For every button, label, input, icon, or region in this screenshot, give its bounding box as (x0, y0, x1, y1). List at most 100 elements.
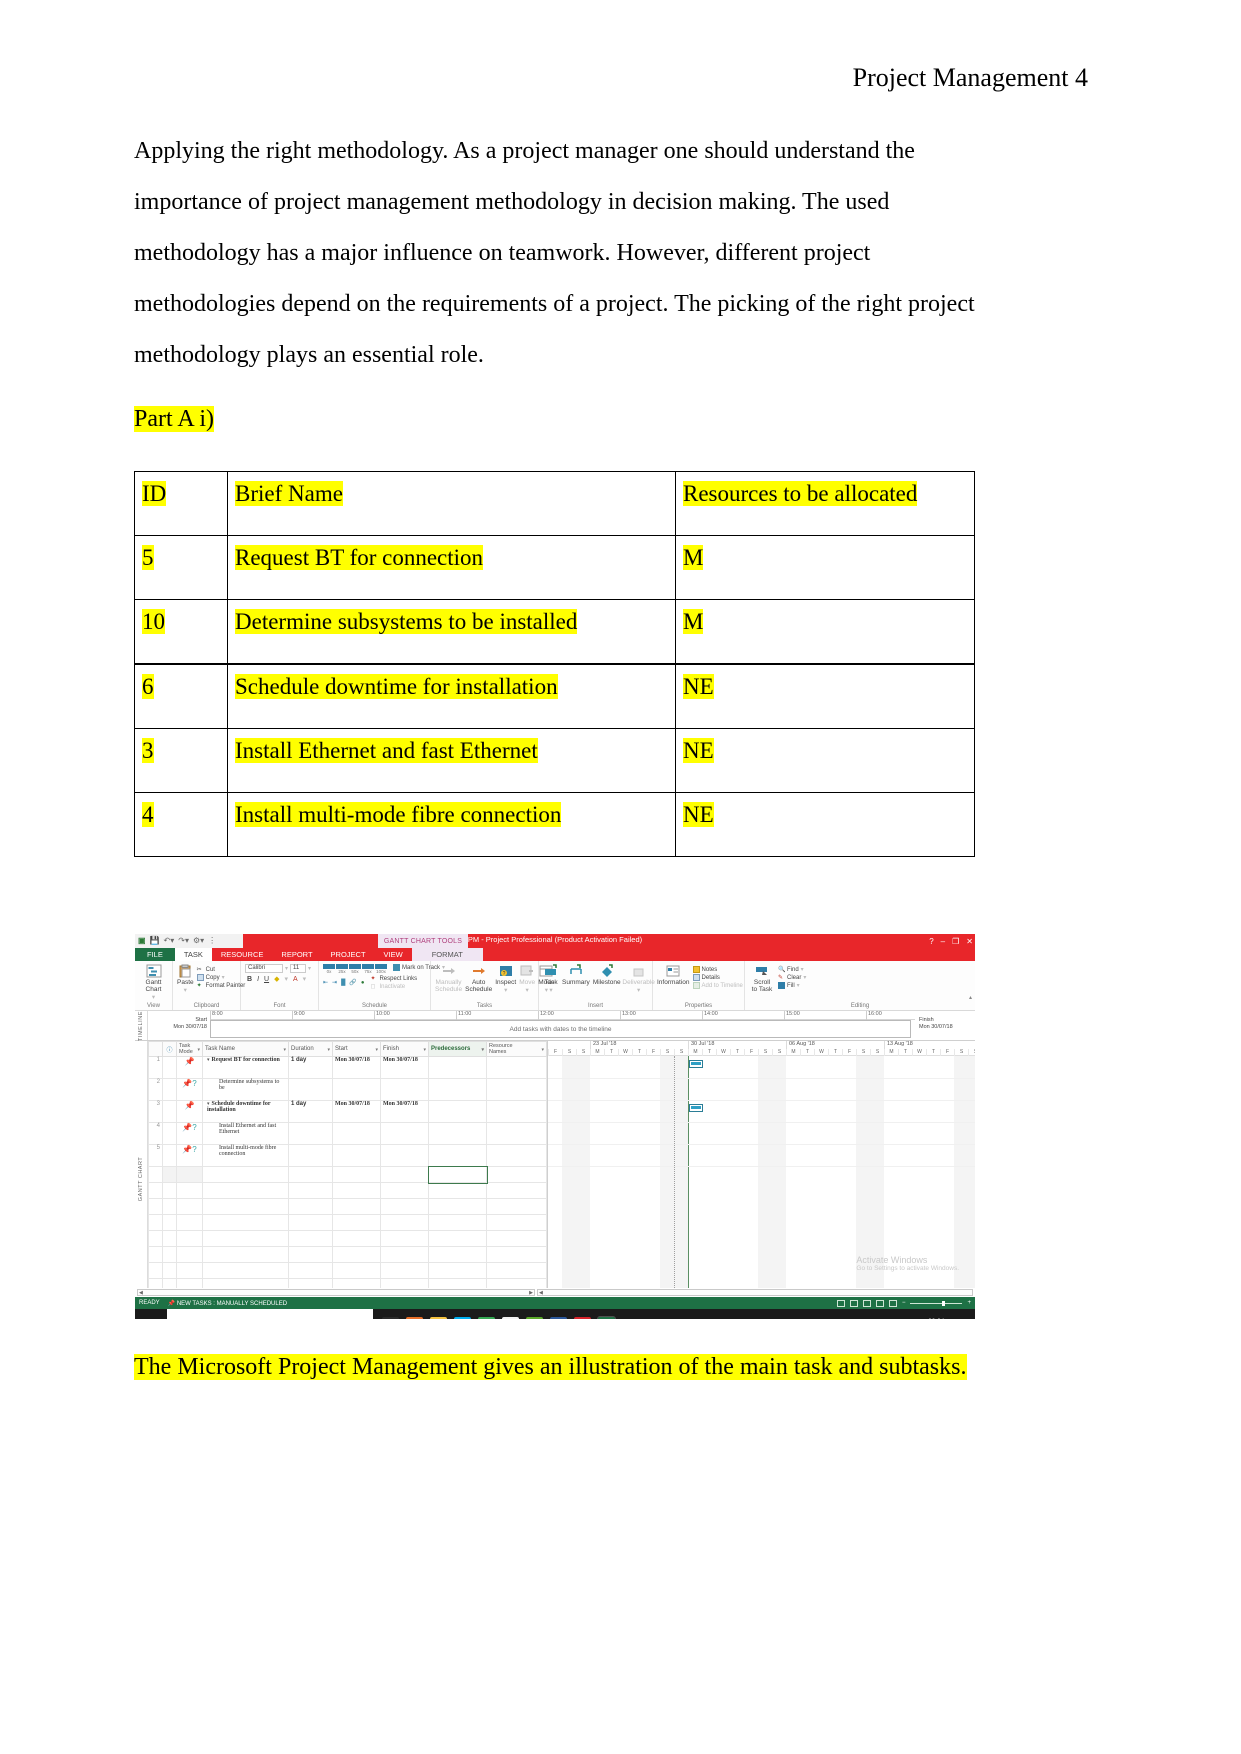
firefox-icon[interactable]: ● (406, 1317, 423, 1319)
timeline-body[interactable]: 8:00 9:00 10:00 11:00 12:00 13:00 14:00 … (210, 1011, 915, 1040)
horizontal-scrollbars[interactable]: ◀ ▶ ◀ (135, 1288, 975, 1297)
row-task-mode[interactable]: 📌? (176, 1144, 203, 1167)
scroll-left-icon[interactable]: ◀ (539, 1290, 543, 1297)
inspect-button[interactable]: ? Inspect ▾ (495, 964, 516, 994)
row-task-mode[interactable]: 📌? (176, 1078, 203, 1101)
row-start[interactable]: Mon 30/07/18 (332, 1100, 381, 1123)
font-color-button[interactable]: A (293, 976, 298, 983)
row-finish[interactable]: Mon 30/07/18 (380, 1056, 429, 1079)
unlink-tasks-icon[interactable]: ⇤ (323, 979, 328, 986)
fill-dropdown[interactable]: ▾ (797, 982, 800, 989)
predecessors-filter-icon[interactable]: ▾ (481, 1047, 484, 1053)
row-task-mode[interactable] (176, 1166, 203, 1183)
task-row[interactable]: 3 📌 ▾ Schedule downtime for installation … (148, 1100, 547, 1123)
row-duration[interactable] (288, 1122, 333, 1145)
insert-task-button[interactable]: Task ▾ (543, 964, 559, 994)
zoom-slider[interactable] (910, 1300, 963, 1306)
row-indicator[interactable] (162, 1122, 177, 1145)
col-task-mode[interactable]: Task Mode ▾ (176, 1041, 203, 1057)
copy-dropdown[interactable]: ▾ (222, 974, 225, 981)
row-duration[interactable]: 1 day (288, 1100, 333, 1123)
row-resources[interactable] (486, 1166, 547, 1183)
task-name-filter-icon[interactable]: ▾ (283, 1047, 286, 1053)
task-row[interactable]: 2 📌? Determine subsystems to be (148, 1078, 547, 1101)
zoom-in-button[interactable]: + (967, 1300, 971, 1306)
gantt-chart-button[interactable]: Gantt Chart ▾ (139, 964, 168, 1001)
row-indicator[interactable] (162, 1056, 177, 1079)
percent-100-button[interactable]: 100x (375, 964, 387, 974)
font-name-dropdown[interactable]: ▾ (285, 965, 288, 972)
clock[interactable]: 06:04 31/07/2018 (920, 1318, 953, 1320)
duration-filter-icon[interactable]: ▾ (327, 1047, 330, 1053)
windows-taskbar[interactable]: Type here to search 🎤 ◫ ● ▤ S ● ✎ ● W A … (135, 1309, 975, 1319)
row-start[interactable] (332, 1144, 381, 1167)
font-size-dropdown[interactable]: ▾ (308, 965, 311, 972)
task-sheet-view-icon[interactable] (849, 1299, 858, 1307)
timeline-placeholder[interactable]: Add tasks with dates to the timeline (210, 1020, 911, 1038)
gantt-bar-task-1[interactable] (689, 1060, 703, 1068)
evernote-icon[interactable]: ● (526, 1317, 543, 1319)
team-planner-view-icon[interactable] (862, 1299, 871, 1307)
row-resources[interactable] (486, 1056, 547, 1079)
col-duration[interactable]: Duration ▾ (288, 1041, 333, 1057)
row-resources[interactable] (486, 1122, 547, 1145)
paste-button[interactable]: Paste ▾ (177, 964, 194, 994)
system-tray[interactable]: ⛹ ⌃ ☷ ENG INTL 06:04 31/07/2018 ▢ (844, 1318, 975, 1320)
fill-button[interactable]: Fill ▾ (778, 982, 806, 989)
ribbon-tab-strip[interactable]: FILE TASK RESOURCE REPORT PROJECT VIEW F… (135, 948, 975, 961)
link-tasks-icon[interactable]: ⇥ (332, 979, 337, 986)
empty-row[interactable] (148, 1198, 547, 1215)
row-task-name[interactable]: ▾ Request BT for connection (202, 1056, 289, 1079)
skype-icon[interactable]: S (454, 1317, 471, 1319)
col-indicators[interactable]: ⓘ (162, 1041, 177, 1057)
insert-deliverable-button[interactable]: Deliverable ▾ (622, 964, 655, 994)
font-size-input[interactable]: 11 (290, 964, 307, 973)
row-task-mode[interactable]: 📌 (176, 1100, 203, 1123)
gantt-view-icon[interactable] (836, 1299, 845, 1307)
taskbar-app-icons[interactable]: ◫ ● ▤ S ● ✎ ● W A P (373, 1316, 616, 1319)
empty-row[interactable] (148, 1182, 547, 1199)
split-task-icon[interactable]: █ (341, 980, 345, 986)
tab-resource[interactable]: RESOURCE (212, 948, 273, 961)
unlink-icon[interactable]: ● (361, 980, 365, 986)
highlight-dropdown[interactable]: ▾ (284, 975, 288, 983)
taskbar-search[interactable]: Type here to search 🎤 (167, 1309, 373, 1319)
gantt-rail[interactable]: GANTT CHART (135, 1041, 148, 1288)
row-duration[interactable]: 1 day (288, 1056, 333, 1079)
underline-button[interactable]: U (264, 976, 269, 983)
row-start[interactable]: Mon 30/07/18 (332, 1056, 381, 1079)
chrome-icon[interactable]: ● (478, 1317, 495, 1319)
col-resource-names[interactable]: Resource Names ▾ (486, 1041, 547, 1057)
row-indicator[interactable] (162, 1078, 177, 1101)
find-dropdown[interactable]: ▾ (801, 966, 804, 973)
zoom-out-button[interactable]: − (902, 1300, 906, 1306)
percent-25-button[interactable]: 25x (336, 964, 348, 974)
row-finish[interactable] (380, 1166, 429, 1183)
empty-row[interactable] (148, 1262, 547, 1279)
row-task-name[interactable] (202, 1166, 289, 1183)
row-finish[interactable] (380, 1144, 429, 1167)
row-indicator[interactable] (162, 1166, 177, 1183)
gantt-bar-task-3[interactable] (689, 1104, 703, 1112)
row-duration[interactable] (288, 1166, 333, 1183)
ms-project-icon[interactable]: P (597, 1316, 616, 1319)
tab-task[interactable]: TASK (174, 948, 212, 961)
row-predecessors-selected[interactable] (427, 1165, 488, 1184)
ribbon[interactable]: Gantt Chart ▾ View Paste ▾ ✂ Cut Copy ▾ … (135, 961, 975, 1011)
collapse-ribbon-icon[interactable]: ▴ (969, 994, 972, 1001)
italic-button[interactable]: I (257, 976, 259, 983)
row-indicator[interactable] (162, 1100, 177, 1123)
link-icon[interactable]: 🔗 (349, 979, 356, 986)
report-view-icon[interactable] (888, 1299, 897, 1307)
scroll-left-icon[interactable]: ◀ (139, 1290, 143, 1297)
information-button[interactable]: Information (657, 964, 690, 986)
highlight-color-button[interactable]: ◆ (274, 975, 279, 983)
gantt-chart-body[interactable]: Activate Windows Go to Settings to activ… (548, 1056, 975, 1288)
tab-project[interactable]: PROJECT (322, 948, 375, 961)
move-button[interactable]: Move ▾ (519, 964, 535, 994)
task-row[interactable]: 1 📌 ▾ Request BT for connection 1 day Mon… (148, 1056, 547, 1079)
bold-button[interactable]: B (247, 976, 252, 983)
task-row[interactable]: 5 📌? Install multi-mode fibre connection (148, 1144, 547, 1167)
col-predecessors[interactable]: Predecessors ▾ (428, 1041, 487, 1057)
tab-view[interactable]: VIEW (375, 948, 412, 961)
